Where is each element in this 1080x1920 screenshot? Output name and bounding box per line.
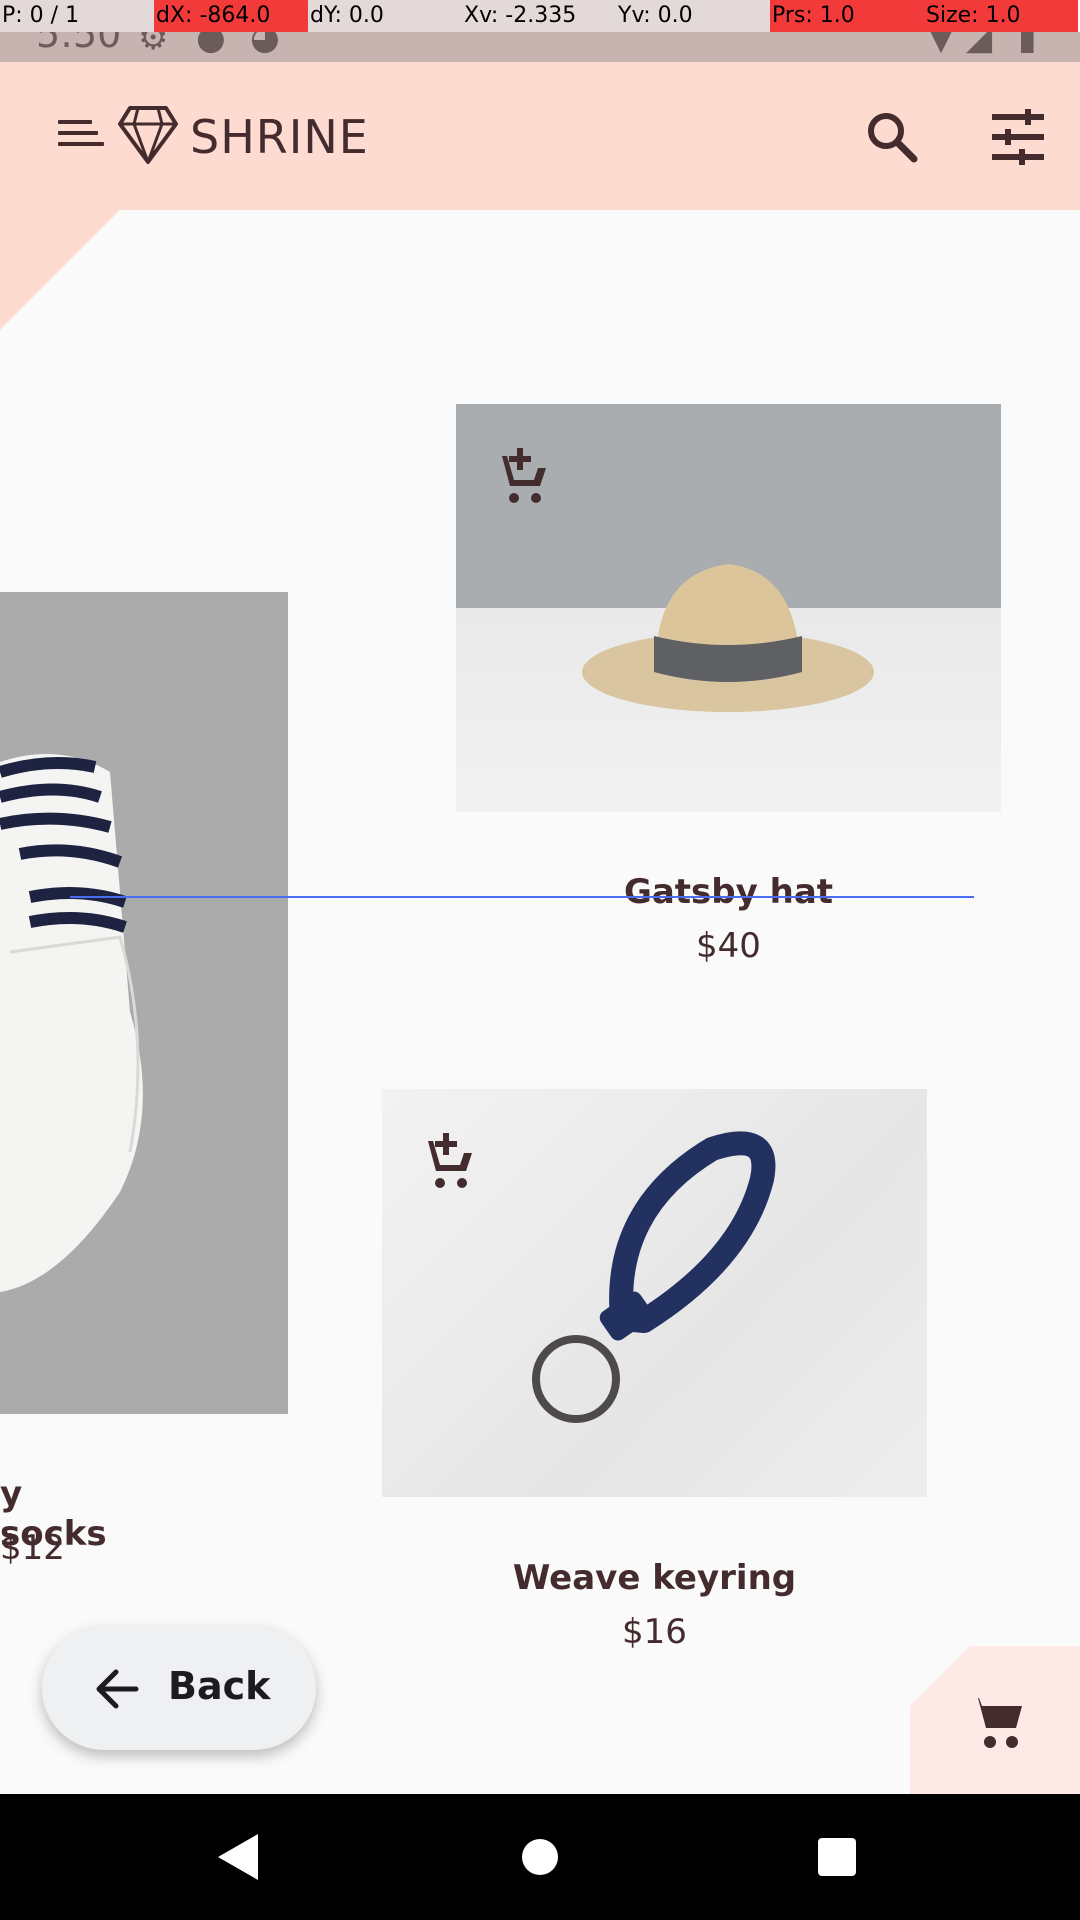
product-price: $40 xyxy=(696,926,761,966)
add-shopping-cart-icon[interactable] xyxy=(416,1131,476,1191)
battery-icon: ▮ xyxy=(1018,32,1037,58)
nav-home-icon[interactable] xyxy=(520,1830,560,1884)
status-time: 5:50 xyxy=(36,32,122,56)
product-image-socks[interactable] xyxy=(0,592,288,1414)
tune-icon[interactable] xyxy=(988,107,1048,167)
wifi-icon: ▼ xyxy=(928,32,955,58)
shopping-cart-icon xyxy=(968,1698,1022,1748)
nav-recents-icon[interactable] xyxy=(816,1830,858,1884)
app-bar: SHRINE xyxy=(0,62,1080,210)
back-button[interactable]: Back xyxy=(42,1626,316,1750)
velocity-x: Xv: -2.335 xyxy=(462,0,616,32)
search-icon[interactable] xyxy=(862,107,922,167)
pointer-count: P: 0 / 1 xyxy=(0,0,154,32)
product-title: Weave keyring xyxy=(512,1558,797,1598)
pointer-debug-overlay: P: 0 / 1 dX: -864.0 dY: 0.0 Xv: -2.335 Y… xyxy=(0,0,1080,32)
system-navigation-bar xyxy=(0,1794,1080,1920)
product-title: Gatsby hat xyxy=(623,872,834,912)
diamond-logo-icon[interactable] xyxy=(116,102,180,166)
pressure: Prs: 1.0 xyxy=(770,0,924,32)
back-button-label: Back xyxy=(168,1664,271,1708)
signal-icon: ◢ xyxy=(966,32,993,58)
notification-dot-icon: ● xyxy=(196,32,226,58)
menu-icon[interactable] xyxy=(58,120,104,153)
nav-back-icon[interactable] xyxy=(214,1830,262,1884)
touch-trace-line xyxy=(70,896,974,898)
product-price: $16 xyxy=(622,1612,687,1652)
arrow-back-icon xyxy=(96,1669,139,1709)
sync-icon: ◕ xyxy=(250,32,280,58)
delta-y: dY: 0.0 xyxy=(308,0,462,32)
status-bar: 5:50 ⚙ ● ◕ ▼ ◢ ▮ xyxy=(0,32,1080,62)
backdrop-corner xyxy=(0,210,120,330)
delta-x: dX: -864.0 xyxy=(154,0,308,32)
touch-size: Size: 1.0 xyxy=(924,0,1078,32)
velocity-y: Yv: 0.0 xyxy=(616,0,770,32)
add-shopping-cart-icon[interactable] xyxy=(490,446,550,506)
product-price: $12 xyxy=(0,1528,65,1568)
settings-icon: ⚙ xyxy=(138,32,169,58)
brand-title[interactable]: SHRINE xyxy=(190,110,369,164)
cart-button[interactable] xyxy=(910,1646,1080,1794)
